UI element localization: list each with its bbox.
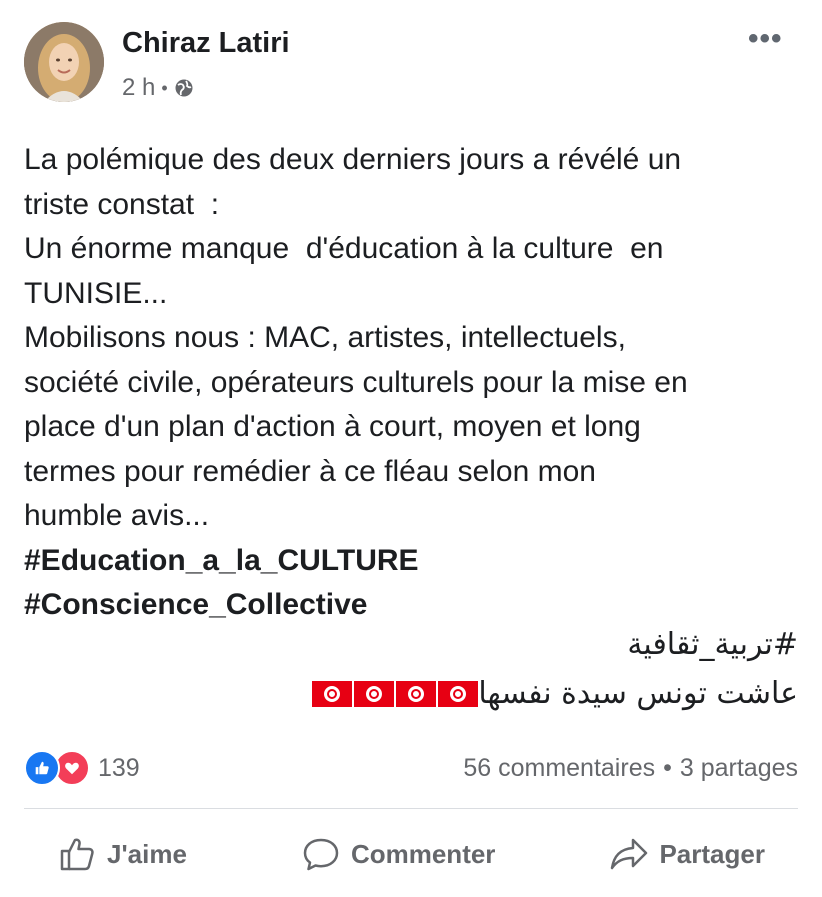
comment-button[interactable]: Commenter — [301, 834, 495, 874]
avatar-image — [24, 22, 104, 102]
counts-separator: • — [663, 753, 672, 782]
comment-label: Commenter — [350, 838, 496, 869]
tunisia-flag-icon — [354, 681, 395, 707]
share-label: Partager — [659, 838, 765, 869]
like-button[interactable]: J'aime — [57, 834, 187, 874]
arabic-text: عاشت تونس سيدة نفسها — [478, 676, 798, 711]
post-header: Chiraz Latiri 2 h • ••• — [0, 0, 822, 120]
divider — [24, 808, 798, 809]
globe-icon — [175, 79, 193, 97]
tunisia-flag-icon — [312, 681, 353, 707]
arabic-line: عاشت تونس سيدة نفسها — [312, 672, 798, 716]
tunisia-flag-icon — [438, 681, 479, 707]
meta-separator: • — [161, 77, 168, 98]
avatar[interactable] — [24, 22, 104, 102]
hashtag-education[interactable]: #Education_a_la_CULTURE — [24, 539, 802, 584]
like-reaction-icon — [24, 750, 60, 786]
tunisia-flags — [312, 681, 479, 707]
post-content: La polémique des deux derniers jours a r… — [24, 138, 802, 628]
post-time[interactable]: 2 h — [122, 74, 155, 102]
reactions-summary[interactable]: 139 — [24, 750, 140, 786]
thumbs-up-icon — [60, 838, 94, 871]
author-name[interactable]: Chiraz Latiri — [122, 27, 290, 60]
more-options-icon[interactable]: ••• — [748, 22, 783, 56]
share-button[interactable]: Partager — [609, 834, 765, 874]
post-stats: 139 56 commentaires • 3 partages — [24, 748, 798, 788]
reaction-count: 139 — [98, 753, 140, 782]
tunisia-flag-icon — [396, 681, 437, 707]
post-body: La polémique des deux derniers jours a r… — [24, 143, 688, 532]
post-meta: 2 h • — [122, 74, 194, 102]
post-actions: J'aime Commenter Partager — [0, 820, 822, 888]
like-label: J'aime — [107, 838, 187, 869]
engagement-counts: 56 commentaires • 3 partages — [463, 754, 798, 783]
reaction-icons — [24, 750, 90, 786]
arabic-hashtag[interactable]: #تربية_ثقافية — [627, 623, 798, 667]
comment-icon — [303, 838, 339, 871]
hashtag-conscience[interactable]: #Conscience_Collective — [24, 583, 802, 628]
comments-count[interactable]: 56 commentaires — [463, 754, 655, 783]
shares-count[interactable]: 3 partages — [680, 754, 798, 783]
share-icon — [611, 838, 648, 870]
